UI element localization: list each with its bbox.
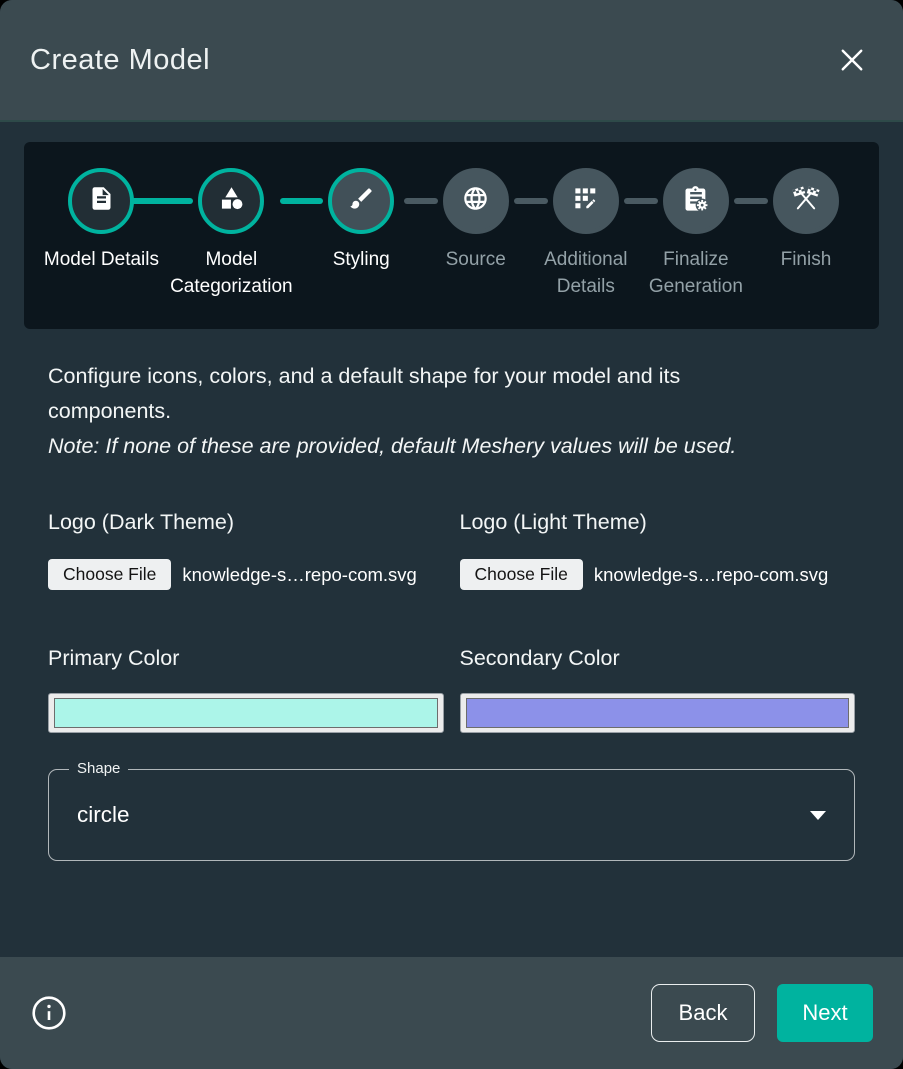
shape-select[interactable]: Shape circle <box>48 769 855 861</box>
description-note: Note: If none of these are provided, def… <box>48 429 855 464</box>
step-circle <box>68 168 134 234</box>
step-connector <box>624 198 658 204</box>
dialog-body: Model Details Model Categorization <box>0 122 903 957</box>
secondary-color-swatch <box>466 698 850 728</box>
globe-icon <box>462 185 489 217</box>
file-name: knowledge-s…repo-com.svg <box>594 564 828 586</box>
info-icon <box>30 1020 68 1035</box>
brush-icon <box>348 185 375 217</box>
step-label: Additional Details <box>531 247 641 301</box>
choose-file-button[interactable]: Choose File <box>460 559 583 590</box>
step-styling: Styling <box>302 168 421 301</box>
step-label: Model Categorization <box>161 247 302 301</box>
step-connector <box>128 198 193 204</box>
step-circle <box>198 168 264 234</box>
chevron-down-icon <box>810 811 826 820</box>
primary-color-field: Primary Color <box>48 646 444 733</box>
logo-dark-field: Logo (Dark Theme) Choose File knowledge-… <box>48 510 444 590</box>
logo-light-label: Logo (Light Theme) <box>460 510 856 535</box>
next-button[interactable]: Next <box>777 984 873 1042</box>
logo-dark-file-input: Choose File knowledge-s…repo-com.svg <box>48 559 444 590</box>
logo-section: Logo (Dark Theme) Choose File knowledge-… <box>48 510 855 590</box>
clipboard-gear-icon <box>682 185 710 218</box>
step-model-details: Model Details <box>42 168 161 301</box>
step-label: Finalize Generation <box>641 247 751 301</box>
primary-color-input[interactable] <box>48 693 444 733</box>
file-name: knowledge-s…repo-com.svg <box>182 564 416 586</box>
primary-color-label: Primary Color <box>48 646 444 671</box>
dialog-footer: Back Next <box>0 957 903 1069</box>
description-text: Configure icons, colors, and a default s… <box>48 359 760 429</box>
step-label: Styling <box>333 247 390 274</box>
step-circle <box>553 168 619 234</box>
step-connector <box>280 198 323 204</box>
step-connector <box>734 198 768 204</box>
app-registration-icon <box>572 185 599 217</box>
document-icon <box>88 185 115 217</box>
secondary-color-label: Secondary Color <box>460 646 856 671</box>
step-model-categorization: Model Categorization <box>161 168 302 301</box>
step-label: Model Details <box>44 247 159 274</box>
step-additional-details: Additional Details <box>531 168 641 301</box>
screen: Create Model Model Details <box>0 0 903 1069</box>
step-label: Finish <box>781 247 832 274</box>
close-icon <box>837 63 867 78</box>
step-description: Configure icons, colors, and a default s… <box>48 359 855 464</box>
close-button[interactable] <box>831 39 873 81</box>
step-connector <box>404 198 438 204</box>
checkered-flags-icon <box>792 185 820 218</box>
step-circle <box>443 168 509 234</box>
logo-dark-label: Logo (Dark Theme) <box>48 510 444 535</box>
choose-file-button[interactable]: Choose File <box>48 559 171 590</box>
step-circle <box>663 168 729 234</box>
logo-light-field: Logo (Light Theme) Choose File knowledge… <box>460 510 856 590</box>
step-circle <box>328 168 394 234</box>
info-button[interactable] <box>30 994 68 1032</box>
shape-select-label: Shape <box>69 760 128 777</box>
create-model-dialog: Create Model Model Details <box>0 0 903 1069</box>
shape-select-value: circle <box>77 802 130 828</box>
secondary-color-field: Secondary Color <box>460 646 856 733</box>
color-section: Primary Color Secondary Color <box>48 646 855 733</box>
category-shapes-icon <box>218 185 245 217</box>
logo-light-file-input: Choose File knowledge-s…repo-com.svg <box>460 559 856 590</box>
step-connector <box>514 198 548 204</box>
back-button[interactable]: Back <box>651 984 755 1042</box>
stepper: Model Details Model Categorization <box>24 142 879 329</box>
dialog-title: Create Model <box>30 44 210 77</box>
step-finalize-generation: Finalize Generation <box>641 168 751 301</box>
step-source: Source <box>421 168 531 301</box>
step-finish: Finish <box>751 168 861 301</box>
step-label: Source <box>446 247 506 274</box>
secondary-color-input[interactable] <box>460 693 856 733</box>
primary-color-swatch <box>54 698 438 728</box>
dialog-header: Create Model <box>0 0 903 122</box>
step-circle <box>773 168 839 234</box>
